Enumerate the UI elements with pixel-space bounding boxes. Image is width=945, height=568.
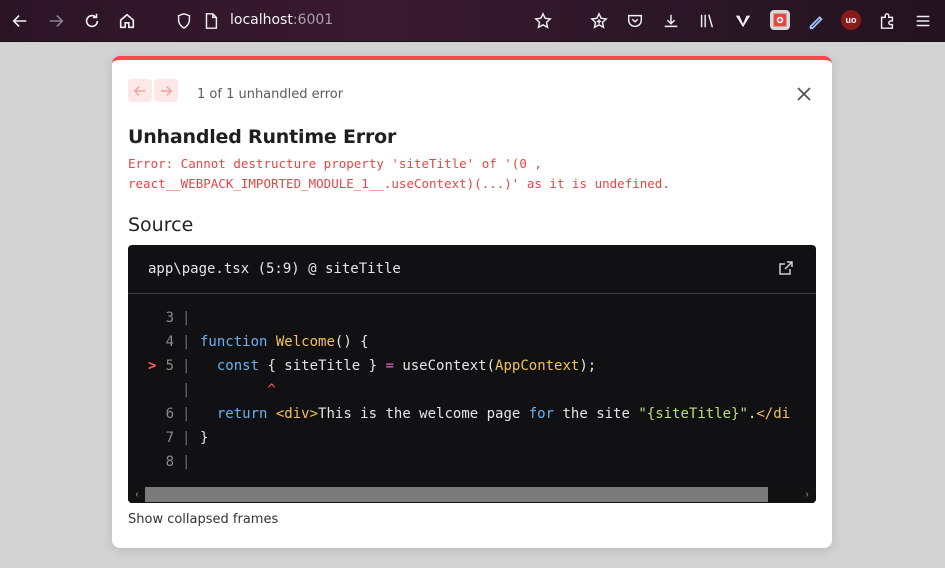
line-number: 7: [165, 430, 174, 446]
code-line: >5 | const { siteTitle } = useContext(App…: [128, 354, 816, 378]
code-text: return <div>This is the welcome page for…: [216, 406, 791, 422]
puzzle-red-extension-icon[interactable]: [770, 10, 790, 30]
source-heading: Source: [128, 214, 194, 236]
error-count: 1 of 1 unhandled error: [197, 87, 344, 102]
next-error-button[interactable]: [154, 79, 178, 102]
line-number: 6: [165, 406, 174, 422]
line-number: 8: [165, 454, 174, 470]
url-port: :6001: [292, 12, 334, 28]
pocket-icon[interactable]: [625, 11, 644, 30]
code-text: function Welcome() {: [200, 334, 369, 350]
source-file-link[interactable]: app\page.tsx (5:9) @ siteTitle: [148, 261, 401, 277]
url-bar[interactable]: localhost:6001: [170, 8, 560, 33]
gutter-divider: |: [182, 430, 191, 446]
page-icon[interactable]: [201, 11, 220, 30]
ublock-origin-icon[interactable]: uo: [841, 10, 861, 30]
gutter-divider: |: [182, 334, 191, 350]
line-number: 3: [165, 310, 174, 326]
code-line: 3 |: [128, 306, 816, 330]
error-title: Unhandled Runtime Error: [128, 126, 397, 148]
back-arrow-icon[interactable]: [10, 11, 29, 30]
code-frame: app\page.tsx (5:9) @ siteTitle 3 | 4 | funct…: [128, 245, 816, 503]
menu-hamburger-icon[interactable]: [913, 11, 932, 30]
code-line: 4 | function Welcome() {: [128, 330, 816, 354]
code-frame-header: app\page.tsx (5:9) @ siteTitle: [128, 245, 816, 294]
reload-icon[interactable]: [82, 11, 101, 30]
previous-error-button[interactable]: [128, 79, 152, 102]
code-text: }: [200, 430, 209, 446]
arrow-left-icon: [133, 85, 146, 96]
download-icon[interactable]: [661, 11, 680, 30]
gutter-divider: |: [182, 310, 191, 326]
scroll-left-arrow[interactable]: ‹: [130, 487, 144, 502]
show-collapsed-frames-button[interactable]: Show collapsed frames: [128, 512, 278, 527]
bookmark-star-icon[interactable]: [533, 11, 552, 30]
horizontal-scrollbar[interactable]: ‹ ›: [128, 486, 816, 503]
url-host: localhost: [230, 12, 293, 28]
code-text: ^: [200, 382, 276, 398]
forward-arrow-icon[interactable]: [46, 11, 65, 30]
code-line: | ^: [128, 378, 816, 402]
library-icon[interactable]: [697, 11, 716, 30]
error-overlay-dialog: 1 of 1 unhandled error Unhandled Runtime…: [112, 56, 832, 548]
browser-toolbar: localhost:6001 uo: [0, 0, 945, 42]
error-navigation: [128, 79, 178, 102]
close-icon: [797, 87, 811, 101]
shield-icon[interactable]: [174, 11, 193, 30]
code-text: const { siteTitle } = useContext(AppCont…: [216, 358, 597, 374]
vivaldi-icon[interactable]: [733, 11, 752, 30]
code-line: 7 |}: [128, 426, 816, 450]
error-message-line2: react__WEBPACK_IMPORTED_MODULE_1__.useCo…: [128, 176, 670, 191]
line-number: 5: [165, 358, 174, 374]
error-message: Error: Cannot destructure property 'site…: [128, 154, 788, 194]
gutter-divider: |: [182, 382, 191, 398]
code-lines: 3 | 4 | function Welcome() {>5 | const { site…: [128, 306, 816, 474]
gutter-divider: |: [182, 406, 191, 422]
line-number: 4: [165, 334, 174, 350]
open-in-editor-icon[interactable]: [778, 260, 796, 278]
code-line: 6 | return <div>This is the welcome page …: [128, 402, 816, 426]
url-text[interactable]: localhost:6001: [230, 12, 333, 28]
extensions-puzzle-icon[interactable]: [877, 11, 896, 30]
home-icon[interactable]: [117, 11, 136, 30]
arrow-right-icon: [160, 85, 173, 96]
error-message-line1: Error: Cannot destructure property 'site…: [128, 156, 542, 171]
close-button[interactable]: [794, 84, 814, 104]
code-line: 8 |: [128, 450, 816, 474]
bookmark-add-icon[interactable]: [589, 11, 608, 30]
gutter-divider: |: [182, 454, 191, 470]
scrollbar-thumb[interactable]: [145, 487, 768, 502]
scroll-right-arrow[interactable]: ›: [800, 487, 814, 502]
pen-extension-icon[interactable]: [806, 11, 825, 30]
gutter-divider: |: [182, 358, 191, 374]
